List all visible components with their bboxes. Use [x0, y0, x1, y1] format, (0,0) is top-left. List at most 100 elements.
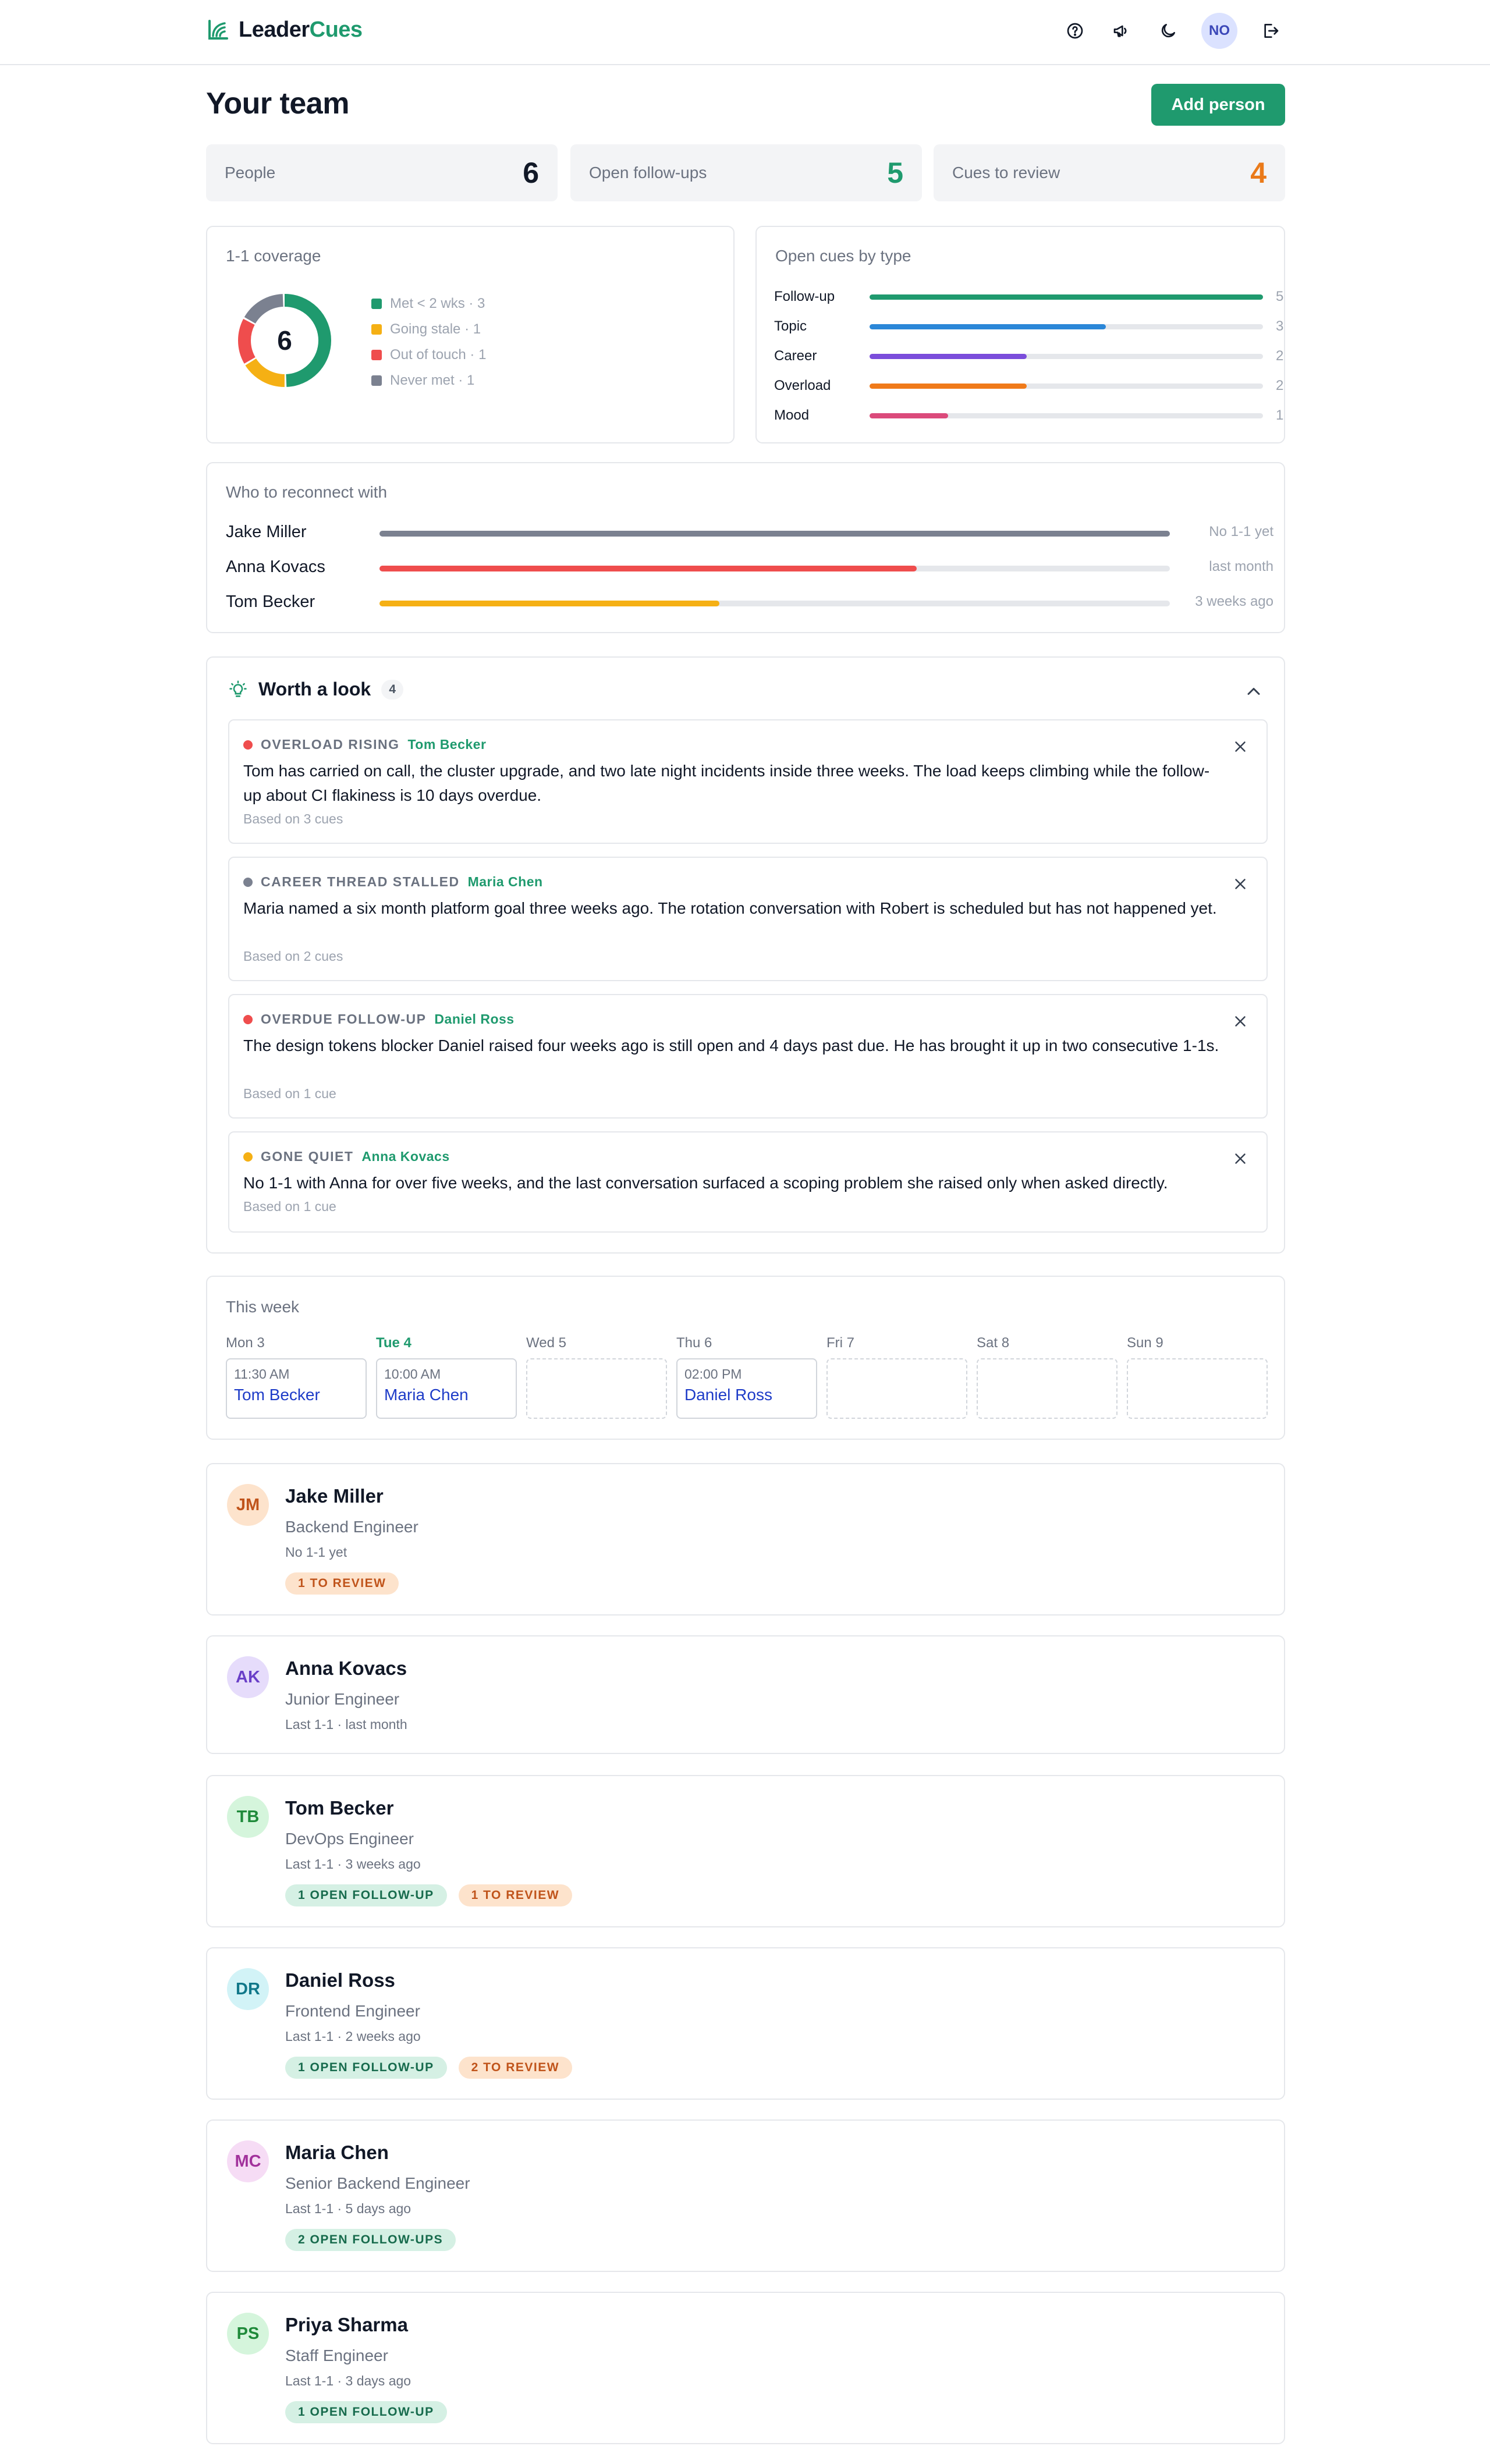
- top-bar: LeaderCues NO: [0, 0, 1490, 65]
- person-card[interactable]: DR Daniel Ross Frontend Engineer Last 1-1 ·…: [206, 1947, 1285, 2100]
- day-column: Thu 6 02:00 PM Daniel Ross: [676, 1335, 817, 1419]
- insight-text: No 1-1 with Anna for over five weeks, an…: [243, 1174, 1168, 1192]
- insight-person-link[interactable]: Maria Chen: [468, 874, 543, 890]
- logo[interactable]: LeaderCues: [206, 17, 363, 42]
- meeting-slot[interactable]: 11:30 AM Tom Becker: [226, 1358, 367, 1419]
- badge-group: 1 OPEN FOLLOW-UP: [285, 2401, 447, 2423]
- follow-up-badge: 1 OPEN FOLLOW-UP: [285, 2401, 447, 2423]
- meeting-slot[interactable]: 10:00 AM Maria Chen: [376, 1358, 517, 1419]
- reconnect-title: Who to reconnect with: [226, 483, 388, 501]
- person-card[interactable]: AK Anna Kovacs Junior Engineer Last 1-1 · l…: [206, 1635, 1285, 1754]
- worth-a-look-header[interactable]: Worth a look 4: [228, 679, 404, 700]
- person-card[interactable]: TB Tom Becker DevOps Engineer Last 1-1 · 3 …: [206, 1775, 1285, 1927]
- person-name: Jake Miller: [285, 1485, 384, 1507]
- person-name: Anna Kovacs: [285, 1657, 407, 1679]
- empty-slot[interactable]: [826, 1358, 967, 1419]
- legend-label: Never met · 1: [390, 372, 475, 388]
- empty-slot[interactable]: [526, 1358, 667, 1419]
- stat-label: People: [225, 164, 276, 182]
- person-last-one-on-one: Last 1-1 · 5 days ago: [285, 2201, 411, 2216]
- avatar: TB: [227, 1796, 269, 1838]
- insight-tag: CAREER THREAD STALLED Maria Chen: [243, 874, 543, 890]
- person-role: Junior Engineer: [285, 1690, 400, 1708]
- cue-type-row: Overload 2: [774, 374, 1283, 397]
- reconnect-track: [379, 566, 1170, 571]
- legend-label: Met < 2 wks · 3: [390, 296, 485, 311]
- chevron-up-icon[interactable]: [1243, 681, 1264, 702]
- reconnect-bar: [379, 566, 917, 571]
- logout-icon[interactable]: [1257, 17, 1284, 44]
- megaphone-icon[interactable]: [1108, 17, 1135, 44]
- close-icon[interactable]: [1232, 738, 1249, 755]
- cue-type-count: 2: [1276, 348, 1284, 364]
- follow-up-badge: 1 OPEN FOLLOW-UP: [285, 1884, 447, 1906]
- meeting-slot[interactable]: 02:00 PM Daniel Ross: [676, 1358, 817, 1419]
- person-card[interactable]: JM Jake Miller Backend Engineer No 1-1 yet 1…: [206, 1463, 1285, 1616]
- insight-text: The design tokens blocker Daniel raised …: [243, 1036, 1219, 1055]
- cue-type-bar: [870, 384, 1027, 389]
- close-icon[interactable]: [1232, 1150, 1249, 1167]
- cue-type-count: 1: [1276, 407, 1284, 423]
- empty-slot[interactable]: [1127, 1358, 1268, 1419]
- cue-type-name: Mood: [774, 407, 810, 423]
- person-last-one-on-one: Last 1-1 · last month: [285, 1717, 407, 1732]
- cue-type-name: Career: [774, 348, 817, 364]
- empty-slot[interactable]: [977, 1358, 1118, 1419]
- this-week-title: This week: [226, 1298, 300, 1316]
- insight-person-link[interactable]: Daniel Ross: [434, 1011, 514, 1027]
- stat-people: People 6: [206, 144, 558, 201]
- legend-swatch: [371, 324, 382, 335]
- legend-swatch: [371, 350, 382, 360]
- legend-label: Going stale · 1: [390, 321, 481, 337]
- person-card[interactable]: MC Maria Chen Senior Backend Engineer Last …: [206, 2119, 1285, 2272]
- reconnect-name: Anna Kovacs: [226, 558, 325, 576]
- insight-person-link[interactable]: Tom Becker: [407, 737, 486, 752]
- user-avatar[interactable]: NO: [1201, 13, 1237, 49]
- cues-by-type-title: Open cues by type: [775, 247, 911, 265]
- badge-group: 1 TO REVIEW: [285, 1572, 399, 1595]
- badge-group: 1 OPEN FOLLOW-UP 1 TO REVIEW: [285, 1884, 573, 1906]
- insight-person-link[interactable]: Anna Kovacs: [361, 1149, 449, 1164]
- coverage-card: 1-1 coverage 6 Met < 2 wks · 3 Going stal…: [206, 226, 735, 443]
- person-role: Frontend Engineer: [285, 2002, 420, 2020]
- add-person-button[interactable]: Add person: [1151, 84, 1285, 126]
- reconnect-row[interactable]: Tom Becker 3 weeks ago: [226, 590, 1273, 616]
- day-column: Sat 8: [977, 1335, 1118, 1419]
- person-last-one-on-one: Last 1-1 · 3 weeks ago: [285, 1856, 421, 1872]
- cue-type-row: Mood 1: [774, 404, 1283, 427]
- person-card[interactable]: PS Priya Sharma Staff Engineer Last 1-1 · 3…: [206, 2292, 1285, 2444]
- cue-type-bar: [870, 294, 1263, 300]
- reconnect-name: Jake Miller: [226, 523, 307, 541]
- person-last-one-on-one: No 1-1 yet: [285, 1545, 347, 1560]
- insight-text: Maria named a six month platform goal th…: [243, 899, 1217, 917]
- meeting-person: Maria Chen: [384, 1386, 469, 1404]
- cue-type-row: Career 2: [774, 345, 1283, 368]
- status-dot: [243, 740, 253, 750]
- close-icon[interactable]: [1232, 875, 1249, 893]
- header-actions: NO: [1062, 13, 1284, 49]
- avatar: DR: [227, 1968, 269, 2010]
- brand-name: LeaderCues: [239, 17, 363, 42]
- stat-value: 5: [887, 157, 903, 189]
- status-dot: [243, 1152, 253, 1162]
- reconnect-row[interactable]: Jake Miller No 1-1 yet: [226, 520, 1273, 546]
- review-badge: 1 TO REVIEW: [285, 1572, 399, 1595]
- person-role: Senior Backend Engineer: [285, 2174, 470, 2192]
- reconnect-row[interactable]: Anna Kovacs last month: [226, 555, 1273, 581]
- cue-type-row: Topic 3: [774, 315, 1283, 338]
- person-name: Priya Sharma: [285, 2314, 408, 2335]
- avatar: MC: [227, 2140, 269, 2182]
- insight-type: OVERLOAD RISING: [261, 737, 400, 752]
- cues-by-type-card: Open cues by type Follow-up 5 Topic 3 Career…: [755, 226, 1285, 443]
- reconnect-when: last month: [1209, 559, 1273, 574]
- lightbulb-icon: [229, 680, 247, 697]
- close-icon[interactable]: [1232, 1013, 1249, 1030]
- day-column: Fri 7: [826, 1335, 967, 1419]
- coverage-donut: 6: [238, 294, 331, 387]
- day-column: Mon 3 11:30 AM Tom Becker: [226, 1335, 367, 1419]
- cue-type-track: [870, 354, 1263, 359]
- reconnect-when: 3 weeks ago: [1195, 594, 1273, 609]
- help-icon[interactable]: [1062, 17, 1088, 44]
- moon-icon[interactable]: [1155, 17, 1182, 44]
- follow-up-badge: 2 OPEN FOLLOW-UPS: [285, 2229, 456, 2251]
